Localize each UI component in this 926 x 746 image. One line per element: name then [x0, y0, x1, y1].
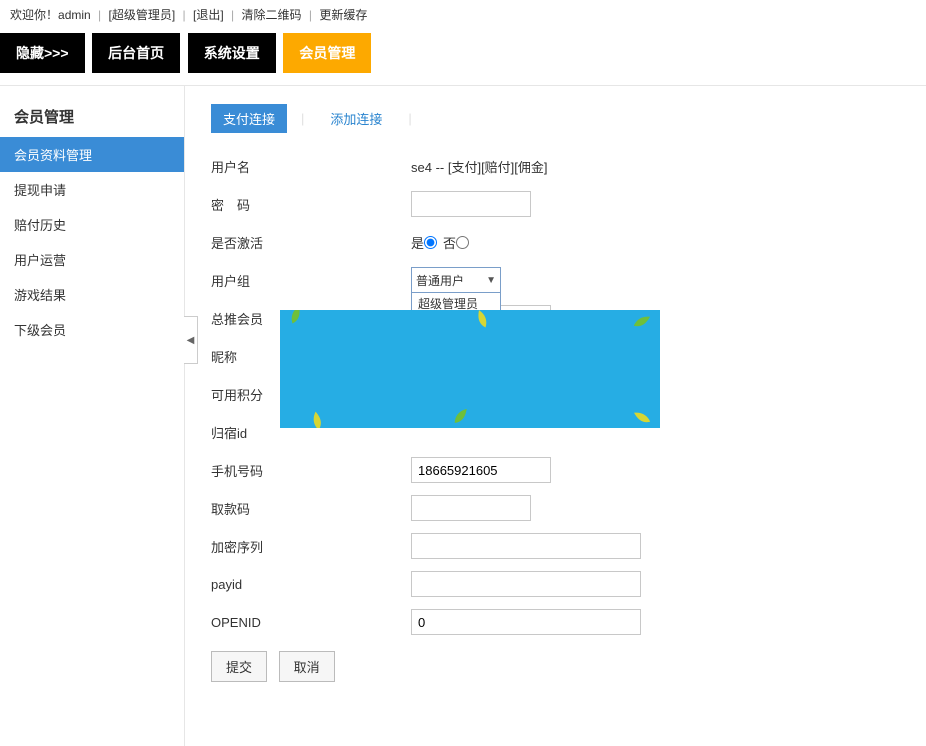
- label-group: 用户组: [211, 271, 411, 290]
- refresh-cache-link[interactable]: 更新缓存: [319, 8, 367, 22]
- separator: |: [408, 111, 411, 126]
- top-bar: 欢迎你！admin | [超级管理员] | [退出] | 清除二维码 | 更新缓…: [0, 0, 926, 29]
- label-payid: payid: [211, 577, 411, 592]
- radio-no-wrapper: 否: [443, 233, 471, 252]
- radio-no-label: 否: [443, 233, 456, 252]
- payid-input[interactable]: [411, 571, 641, 597]
- row-phone: 手机号码: [205, 451, 908, 489]
- tab-pay-link[interactable]: 支付连接: [211, 104, 287, 133]
- radio-no[interactable]: [456, 236, 469, 249]
- nav-system-button[interactable]: 系统设置: [188, 33, 276, 73]
- buttons-row: 提交 取消: [205, 641, 908, 692]
- nav-member-button[interactable]: 会员管理: [283, 33, 371, 73]
- withdraw-code-input[interactable]: [411, 495, 531, 521]
- clear-qr-link[interactable]: 清除二维码: [241, 8, 301, 22]
- radio-yes-label: 是: [411, 233, 424, 252]
- label-enc-seq: 加密序列: [211, 537, 411, 556]
- row-username: 用户名 se4 -- [支付][赔付][佣金]: [205, 147, 908, 185]
- openid-input[interactable]: [411, 609, 641, 635]
- chevron-left-icon: ◀: [187, 335, 195, 346]
- sidebar-title: 会员管理: [0, 98, 184, 137]
- logout-link[interactable]: [退出]: [193, 8, 224, 22]
- nav-hide-button[interactable]: 隐藏>>>: [0, 33, 85, 73]
- leaf-icon: [466, 310, 492, 334]
- label-withdraw-code: 取款码: [211, 499, 411, 518]
- row-active: 是否激活 是 否: [205, 223, 908, 261]
- leaf-icon: [286, 310, 312, 330]
- submit-button[interactable]: 提交: [211, 651, 267, 682]
- enc-seq-input[interactable]: [411, 533, 641, 559]
- label-active: 是否激活: [211, 233, 411, 252]
- label-password: 密 码: [211, 195, 411, 214]
- sidebar-item-sub-member[interactable]: 下级会员: [0, 312, 184, 347]
- sidebar-item-member-info[interactable]: 会员资料管理: [0, 137, 184, 172]
- leaf-icon: [625, 310, 660, 343]
- nav-home-button[interactable]: 后台首页: [92, 33, 180, 73]
- label-phone: 手机号码: [211, 461, 411, 480]
- radio-yes[interactable]: [424, 236, 437, 249]
- decorative-overlay: [280, 310, 660, 428]
- row-payid: payid: [205, 565, 908, 603]
- label-username: 用户名: [211, 157, 411, 176]
- row-enc-seq: 加密序列: [205, 527, 908, 565]
- separator: |: [301, 111, 304, 126]
- leaf-icon: [446, 402, 479, 428]
- label-openid: OPENID: [211, 615, 411, 630]
- chevron-down-icon: ▼: [486, 275, 496, 286]
- role-link[interactable]: [超级管理员]: [109, 8, 176, 22]
- separator: |: [183, 8, 186, 22]
- group-select[interactable]: 普通用户 ▼: [411, 267, 501, 293]
- sidebar-item-user-ops[interactable]: 用户运营: [0, 242, 184, 277]
- phone-input[interactable]: [411, 457, 551, 483]
- sidebar-collapse-button[interactable]: ◀: [184, 316, 198, 364]
- password-input[interactable]: [411, 191, 531, 217]
- sidebar-item-withdraw[interactable]: 提现申请: [0, 172, 184, 207]
- row-group: 用户组 普通用户 ▼ 超级管理员 上下分员: [205, 261, 908, 299]
- row-openid: OPENID: [205, 603, 908, 641]
- leaf-icon: [303, 403, 339, 428]
- sidebar-item-game-result[interactable]: 游戏结果: [0, 277, 184, 312]
- radio-yes-wrapper: 是: [411, 233, 439, 252]
- sidebar-item-pay-history[interactable]: 赔付历史: [0, 207, 184, 242]
- tab-bar: 支付连接 | 添加连接 |: [205, 104, 908, 133]
- row-password: 密 码: [205, 185, 908, 223]
- separator: |: [231, 8, 234, 22]
- leaf-icon: [623, 403, 660, 428]
- row-withdraw-code: 取款码: [205, 489, 908, 527]
- separator: |: [309, 8, 312, 22]
- group-select-value: 普通用户: [416, 272, 464, 289]
- nav-row: 隐藏>>> 后台首页 系统设置 会员管理: [0, 29, 926, 81]
- welcome-text: 欢迎你！: [10, 8, 58, 22]
- cancel-button[interactable]: 取消: [279, 651, 335, 682]
- separator: |: [98, 8, 101, 22]
- sidebar-collapse-handle: ◀: [185, 86, 199, 746]
- username: admin: [58, 8, 91, 22]
- tab-add-link[interactable]: 添加连接: [318, 104, 394, 133]
- value-username: se4 -- [支付][赔付][佣金]: [411, 157, 902, 176]
- sidebar: 会员管理 会员资料管理 提现申请 赔付历史 用户运营 游戏结果 下级会员: [0, 86, 185, 746]
